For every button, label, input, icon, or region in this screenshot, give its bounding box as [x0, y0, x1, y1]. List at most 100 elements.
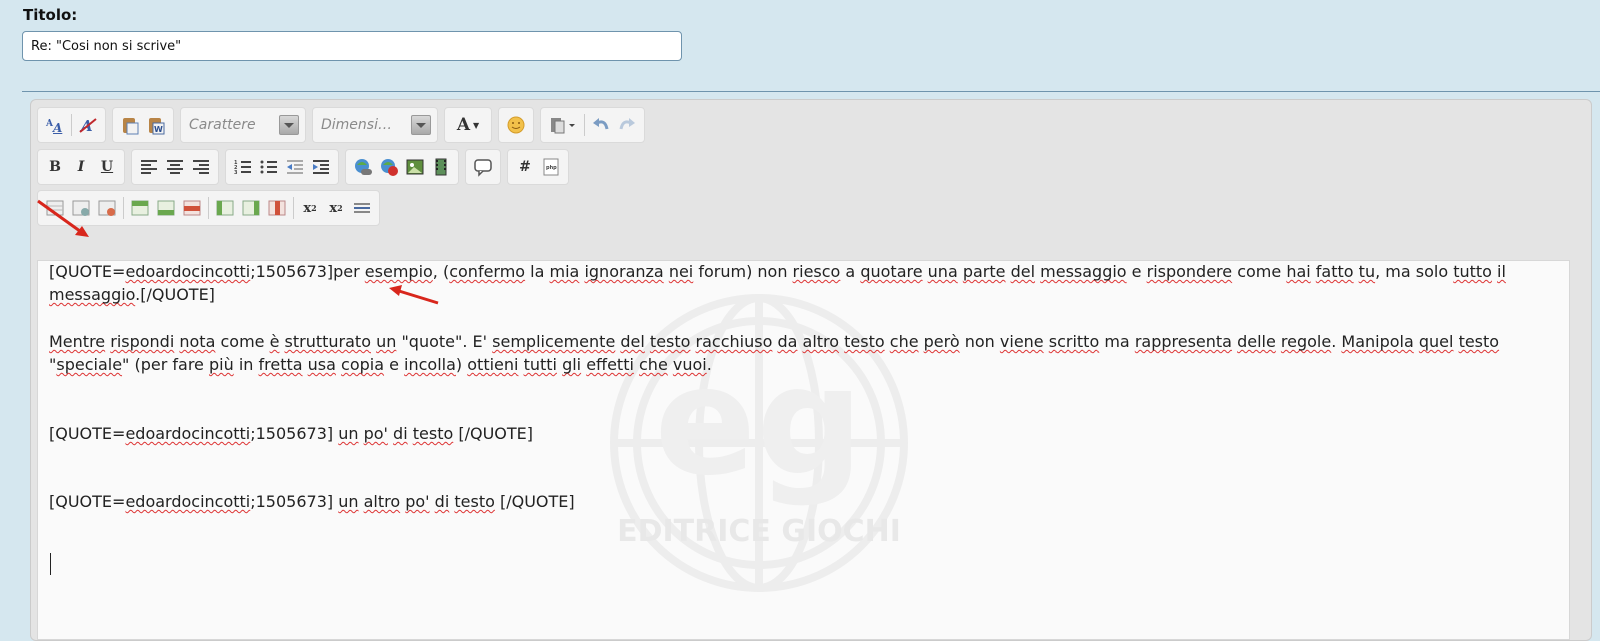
- toolbar-group-font: Carattere: [180, 107, 306, 143]
- misspelled-word: edoardocincotti: [125, 424, 251, 443]
- delete-row-icon[interactable]: [181, 197, 203, 219]
- font-family-value: Carattere: [189, 117, 256, 133]
- toolbar-row-2: B I U 123 # php: [37, 149, 575, 185]
- misspelled-word: messaggio: [49, 285, 136, 304]
- misspelled-word: fatto: [1315, 262, 1354, 281]
- toolbar-group-attach: [540, 107, 645, 143]
- insert-row-before-icon[interactable]: [129, 197, 151, 219]
- toolbar-group-paste: W: [112, 107, 174, 143]
- misspelled-word: parte: [962, 262, 1006, 281]
- misspelled-word: mia: [549, 262, 580, 281]
- misspelled-word: testo: [1458, 332, 1500, 351]
- text-run: "quote". E': [396, 332, 493, 351]
- misspelled-word: usa: [307, 355, 336, 374]
- undo-icon[interactable]: [590, 114, 612, 136]
- text-run: la: [525, 262, 550, 281]
- align-right-icon[interactable]: [190, 156, 212, 178]
- toolbar-row-1: AA A W Carattere Dimensi… A▼: [37, 107, 651, 143]
- misspelled-word: un: [338, 492, 359, 511]
- insert-column-before-icon[interactable]: [214, 197, 236, 219]
- font-size-select[interactable]: Dimensi…: [317, 113, 433, 137]
- misspelled-word: delle: [1237, 332, 1276, 351]
- outdent-icon[interactable]: [284, 156, 306, 178]
- misspelled-word: che: [639, 355, 668, 374]
- align-center-icon[interactable]: [164, 156, 186, 178]
- misspelled-word: tutto: [1453, 262, 1492, 281]
- smiley-icon[interactable]: [505, 114, 527, 136]
- quote-icon[interactable]: [472, 156, 494, 178]
- separator: [208, 197, 209, 219]
- clear-format-icon[interactable]: A: [77, 114, 99, 136]
- misspelled-word: più: [208, 355, 234, 374]
- misspelled-word: effetti: [586, 355, 634, 374]
- indent-icon[interactable]: [310, 156, 332, 178]
- misspelled-word: però: [923, 332, 960, 351]
- subscript-button[interactable]: x2: [299, 197, 321, 219]
- text-run: e: [384, 355, 405, 374]
- chevron-down-icon: [411, 115, 431, 135]
- underline-button[interactable]: U: [96, 156, 118, 178]
- misspelled-word: incolla: [404, 355, 456, 374]
- insert-column-after-icon[interactable]: [240, 197, 262, 219]
- text-run: .: [1331, 332, 1342, 351]
- paragraph-4: [QUOTE=edoardocincotti;1505673] un altro…: [49, 490, 1539, 513]
- title-input[interactable]: Re: "Cosi non si scrive": [22, 31, 682, 61]
- ordered-list-icon[interactable]: 123: [232, 156, 254, 178]
- caret-down-icon: ▼: [473, 120, 480, 130]
- horizontal-rule-icon[interactable]: [351, 197, 373, 219]
- text-run: [QUOTE=: [49, 492, 126, 511]
- misspelled-word: viene: [999, 332, 1044, 351]
- text-run: ): [455, 355, 468, 374]
- misspelled-word: esempio: [364, 262, 433, 281]
- misspelled-word: il: [1497, 262, 1506, 281]
- misspelled-word: racchiuso: [695, 332, 773, 351]
- hash-tag-button[interactable]: #: [514, 156, 536, 178]
- text-run: e: [1126, 262, 1147, 281]
- misspelled-word: testo: [649, 332, 691, 351]
- remove-link-icon[interactable]: [378, 156, 400, 178]
- toolbar-group-quote: [465, 149, 501, 185]
- misspelled-word: quel: [1418, 332, 1454, 351]
- text-cursor: [50, 553, 51, 575]
- delete-column-icon[interactable]: [266, 197, 288, 219]
- paste-word-icon[interactable]: W: [145, 114, 167, 136]
- misspelled-word: testo: [844, 332, 885, 351]
- paragraph-3: [QUOTE=edoardocincotti;1505673] un po' d…: [49, 422, 1539, 445]
- misspelled-word: ottieni: [467, 355, 519, 374]
- misspelled-word: tu: [1358, 262, 1376, 281]
- text-run: [/QUOTE]: [453, 424, 533, 443]
- insert-row-after-icon[interactable]: [155, 197, 177, 219]
- toolbar-group-align: [131, 149, 219, 185]
- font-color-button[interactable]: A ▼: [451, 114, 485, 136]
- text-run: a: [840, 262, 861, 281]
- misspelled-word: testo: [412, 424, 454, 443]
- text-run: come: [1232, 262, 1287, 281]
- editor-content-area[interactable]: eg EDITRICE GIOCHI [QUOTE=edoardocincott…: [37, 260, 1570, 640]
- italic-button[interactable]: I: [70, 156, 92, 178]
- insert-link-icon[interactable]: [352, 156, 374, 178]
- font-family-select[interactable]: Carattere: [185, 113, 301, 137]
- toolbar-group-format: AA A: [37, 107, 106, 143]
- misspelled-word: rispondi: [110, 332, 175, 351]
- php-code-icon[interactable]: php: [540, 156, 562, 178]
- font-color-icon: A: [456, 115, 471, 135]
- misspelled-word: testo: [454, 492, 495, 511]
- insert-image-icon[interactable]: [404, 156, 426, 178]
- unordered-list-icon[interactable]: [258, 156, 280, 178]
- align-left-icon[interactable]: [138, 156, 160, 178]
- toolbar-group-smilies: [498, 107, 534, 143]
- title-label: Titolo:: [23, 6, 78, 24]
- paste-icon[interactable]: [119, 114, 141, 136]
- text-run: .[/QUOTE]: [135, 285, 215, 304]
- bold-button[interactable]: B: [44, 156, 66, 178]
- attachment-icon[interactable]: [547, 114, 579, 136]
- superscript-button[interactable]: x2: [325, 197, 347, 219]
- text-run: ;1505673]: [250, 492, 339, 511]
- misspelled-word: regole: [1280, 332, 1332, 351]
- misspelled-word: da: [777, 332, 798, 351]
- remove-format-icon[interactable]: AA: [44, 114, 66, 136]
- insert-video-icon[interactable]: [430, 156, 452, 178]
- misspelled-word: Manipola: [1341, 332, 1414, 351]
- text-run: ma: [1099, 332, 1135, 351]
- redo-icon[interactable]: [616, 114, 638, 136]
